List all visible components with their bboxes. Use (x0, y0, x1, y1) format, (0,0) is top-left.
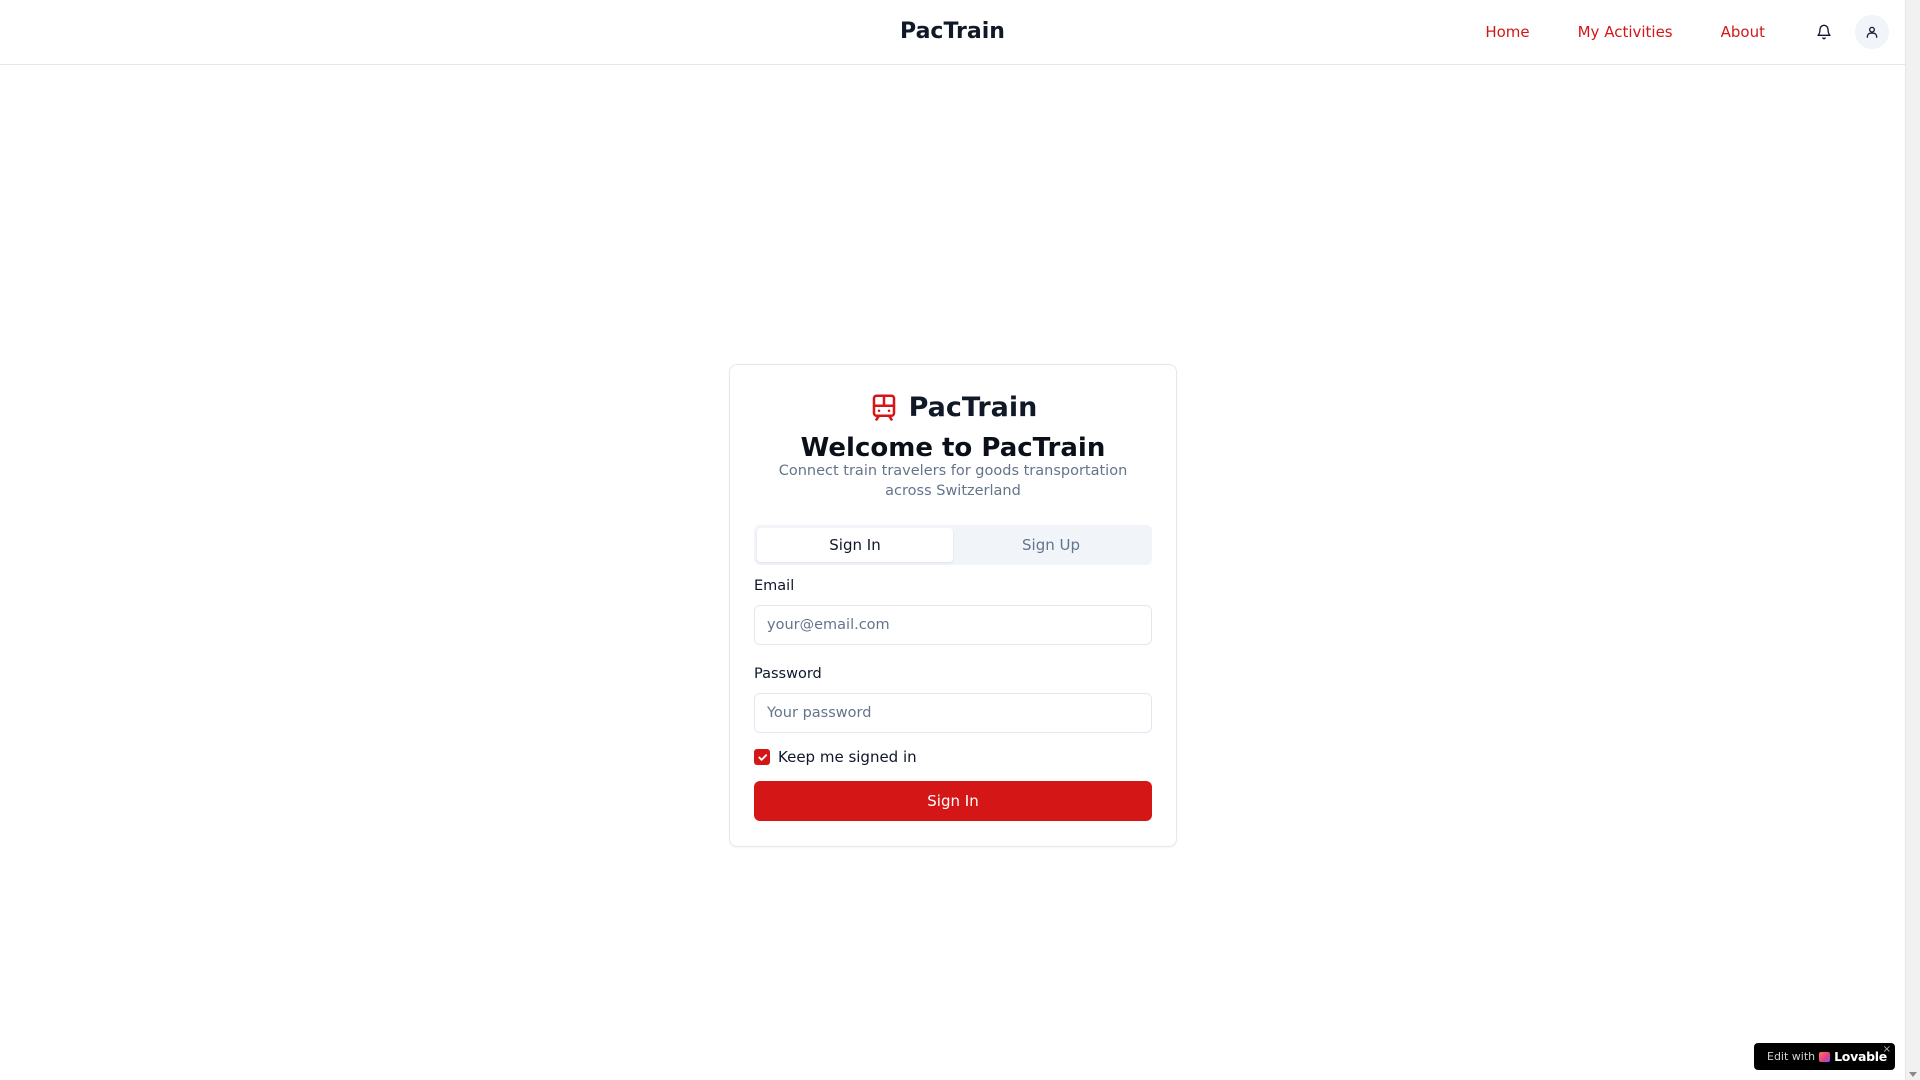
password-label: Password (754, 666, 822, 682)
badge-brand: Lovable (1834, 1049, 1887, 1064)
sign-in-button[interactable]: Sign In (754, 781, 1152, 821)
nav-my-activities-link[interactable]: My Activities (1554, 15, 1697, 49)
welcome-subtitle: Connect train travelers for goods transp… (778, 463, 1128, 499)
email-label: Email (754, 578, 795, 594)
badge-close-icon[interactable]: × (1883, 1044, 1891, 1055)
auth-card: PacTrain Welcome to PacTrain Connect tra… (729, 364, 1177, 847)
tab-sign-up[interactable]: Sign Up (953, 528, 1149, 562)
lovable-logo-icon (1819, 1051, 1831, 1062)
train-icon (872, 394, 895, 421)
auth-tabs: Sign In Sign Up (754, 525, 1152, 565)
page-scrollbar[interactable] (1905, 0, 1920, 1080)
keep-signed-in-checkbox[interactable] (754, 749, 770, 765)
profile-button[interactable] (1855, 15, 1889, 49)
page: PacTrain Home My Activities About PacTra… (0, 0, 1920, 1080)
welcome-title: Welcome to PacTrain (800, 433, 1106, 463)
bell-icon (1817, 24, 1831, 40)
email-field[interactable] (754, 605, 1152, 645)
edit-with-lovable-badge[interactable]: Edit with Lovable × (1754, 1043, 1895, 1070)
keep-signed-in-label[interactable]: Keep me signed in (778, 748, 917, 766)
keep-signed-in-row: Keep me signed in (754, 748, 917, 766)
check-icon (757, 753, 767, 761)
badge-prefix: Edit with (1767, 1050, 1816, 1063)
nav-about-link[interactable]: About (1697, 15, 1789, 49)
main-nav: Home My Activities About (1461, 0, 1889, 64)
nav-home-link[interactable]: Home (1461, 15, 1553, 49)
card-app-name: PacTrain (908, 391, 1038, 423)
top-navbar: PacTrain Home My Activities About (0, 0, 1905, 65)
user-icon (1866, 26, 1878, 38)
card-logo: PacTrain (730, 391, 1176, 423)
scroll-down-arrow[interactable] (1909, 1072, 1917, 1077)
password-field[interactable] (754, 693, 1152, 733)
notifications-button[interactable] (1807, 15, 1841, 49)
tab-sign-in[interactable]: Sign In (757, 528, 953, 562)
